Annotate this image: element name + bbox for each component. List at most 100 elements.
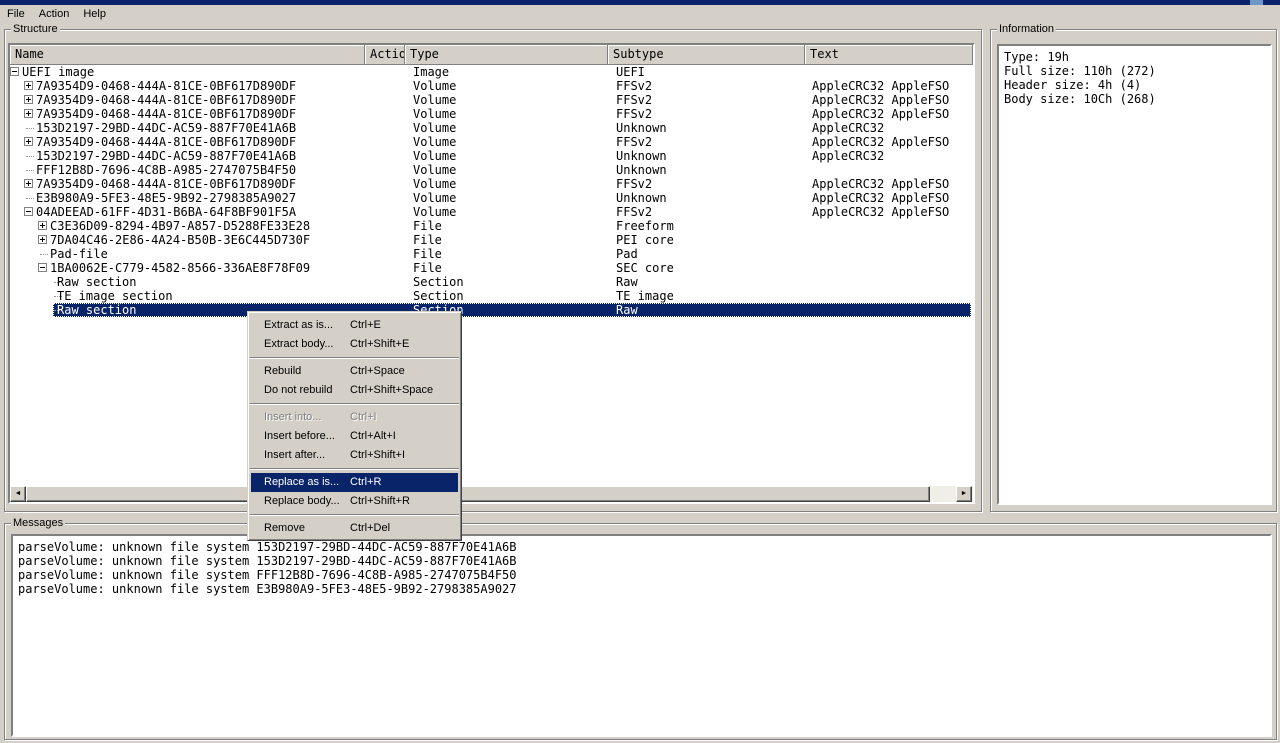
tree-cell-name: 04ADEEAD-61FF-4D31-B6BA-64F8BF901F5A: [36, 205, 297, 219]
menu-item-remove[interactable]: Remove Ctrl+Del: [248, 519, 461, 538]
tree-cell-name: 7A9354D9-0468-444A-81CE-0BF617D890DF: [36, 135, 297, 149]
tree-cell-subtype: FFSv2: [616, 79, 653, 93]
tree-cell-text: AppleCRC32: [812, 121, 885, 135]
menu-item-do-not-rebuild[interactable]: Do not rebuild Ctrl+Shift+Space: [248, 381, 461, 400]
tree-cell-name: 153D2197-29BD-44DC-AC59-887F70E41A6B: [36, 149, 297, 163]
tree-cell-name: C3E36D09-8294-4B97-A857-D5288FE33E28: [50, 219, 311, 233]
menu-item-replace-as-is[interactable]: Replace as is... Ctrl+R: [248, 473, 461, 492]
scrollbar-thumb[interactable]: [26, 486, 930, 502]
tree-connector: [26, 128, 34, 129]
column-header-name[interactable]: Name: [10, 45, 365, 65]
tree-cell-subtype: Unknown: [616, 149, 667, 163]
tree-row[interactable]: 7A9354D9-0468-444A-81CE-0BF617D890DF Volu…: [10, 107, 973, 121]
column-header-subtype[interactable]: Subtype: [608, 45, 805, 65]
tree-row[interactable]: 7DA04C46-2E86-4A24-B50B-3E6C445D730F File…: [10, 233, 973, 247]
messages-log[interactable]: parseVolume: unknown file system 153D219…: [11, 534, 1272, 737]
menubar-item-file[interactable]: File: [0, 6, 32, 21]
column-header-text[interactable]: Text: [805, 45, 973, 65]
uefitool-window: { "window": { "accent_color": "#0a246a",…: [0, 0, 1280, 743]
tree-connector: [26, 156, 34, 157]
menu-item-extract-body[interactable]: Extract body... Ctrl+Shift+E: [248, 335, 461, 354]
tree-cell-name: Raw section: [57, 303, 137, 317]
tree-row[interactable]: UEFI image Image UEFI: [10, 65, 973, 79]
tree-row[interactable]: 7A9354D9-0468-444A-81CE-0BF617D890DF Volu…: [10, 93, 973, 107]
tree-row[interactable]: Raw section Section Raw: [10, 275, 973, 289]
tree-cell-name: TE image section: [57, 289, 173, 303]
menu-item-label: Insert before...: [264, 430, 335, 442]
menu-item-shortcut: Ctrl+Shift+I: [350, 449, 406, 461]
column-header-actio[interactable]: Actio: [365, 45, 405, 65]
menu-bar: File Action Help: [0, 5, 1280, 21]
column-header-type[interactable]: Type: [405, 45, 608, 65]
tree-cell-text: AppleCRC32 AppleFSO: [812, 107, 950, 121]
menu-item-label: Replace as is...: [264, 476, 340, 488]
expand-icon[interactable]: [38, 221, 47, 230]
tree-cell-subtype: PEI core: [616, 233, 674, 247]
tree-cell-name: UEFI image: [22, 65, 95, 79]
expand-icon[interactable]: [24, 109, 33, 118]
menu-item-label: Rebuild: [264, 365, 302, 377]
tree-cell-name: 1BA0062E-C779-4582-8566-336AE8F78F09: [50, 261, 311, 275]
menu-item-shortcut: Ctrl+Alt+I: [350, 430, 396, 442]
expand-icon[interactable]: [24, 137, 33, 146]
collapse-icon[interactable]: [24, 207, 33, 216]
expand-icon[interactable]: [38, 235, 47, 244]
tree-cell-text: AppleCRC32 AppleFSO: [812, 177, 950, 191]
tree-row[interactable]: 1BA0062E-C779-4582-8566-336AE8F78F09 File…: [10, 261, 973, 275]
tree-cell-subtype: Raw: [616, 275, 638, 289]
tree-row[interactable]: E3B980A9-5FE3-48E5-9B92-2798385A9027 Volu…: [10, 191, 973, 205]
tree-cell-type: File: [413, 233, 442, 247]
tree-row[interactable]: 7A9354D9-0468-444A-81CE-0BF617D890DF Volu…: [10, 177, 973, 191]
collapse-icon[interactable]: [38, 263, 47, 272]
tree-row[interactable]: FFF12B8D-7696-4C8B-A985-2747075B4F50 Volu…: [10, 163, 973, 177]
collapse-icon[interactable]: [10, 67, 19, 76]
context-menu: Extract as is... Ctrl+E Extract body... Ctr…: [247, 311, 462, 541]
tree-row[interactable]: Raw section Section Raw: [10, 303, 973, 317]
tree-cell-name: E3B980A9-5FE3-48E5-9B92-2798385A9027: [36, 191, 297, 205]
tree-cell-type: Section: [413, 275, 464, 289]
tree-cell-type: Volume: [413, 163, 457, 177]
tree-cell-subtype: Raw: [616, 303, 638, 317]
menu-item-label: Insert after...: [264, 449, 326, 461]
tree-row[interactable]: 153D2197-29BD-44DC-AC59-887F70E41A6B Volu…: [10, 149, 973, 163]
horizontal-scrollbar[interactable]: ◄ ►: [10, 486, 973, 502]
menu-item-shortcut: Ctrl+Shift+E: [350, 338, 410, 350]
tree-row[interactable]: 7A9354D9-0468-444A-81CE-0BF617D890DF Volu…: [10, 135, 973, 149]
tree-row[interactable]: 7A9354D9-0468-444A-81CE-0BF617D890DF Volu…: [10, 79, 973, 93]
menu-item-insert-after[interactable]: Insert after... Ctrl+Shift+I: [248, 446, 461, 465]
tree-cell-subtype: FFSv2: [616, 135, 653, 149]
tree-connector: [26, 170, 34, 171]
tree-body[interactable]: UEFI image Image UEFI 7A9354D9-0468-444A-81…: [10, 65, 973, 486]
tree-cell-subtype: SEC core: [616, 261, 674, 275]
tree-row[interactable]: 153D2197-29BD-44DC-AC59-887F70E41A6B Volu…: [10, 121, 973, 135]
scroll-right-button[interactable]: ►: [956, 486, 972, 502]
tree-cell-type: Volume: [413, 107, 457, 121]
tree-row[interactable]: C3E36D09-8294-4B97-A857-D5288FE33E28 File…: [10, 219, 973, 233]
menu-item-replace-body[interactable]: Replace body... Ctrl+Shift+R: [248, 492, 461, 511]
tree-cell-subtype: Unknown: [616, 191, 667, 205]
tree-row[interactable]: 04ADEEAD-61FF-4D31-B6BA-64F8BF901F5A Volu…: [10, 205, 973, 219]
expand-icon[interactable]: [24, 179, 33, 188]
menu-item-extract-as-is[interactable]: Extract as is... Ctrl+E: [248, 316, 461, 335]
tree-cell-name: 7A9354D9-0468-444A-81CE-0BF617D890DF: [36, 177, 297, 191]
menu-item-shortcut: Ctrl+Shift+R: [350, 495, 410, 507]
menubar-item-help[interactable]: Help: [76, 6, 113, 21]
menu-item-label: Do not rebuild: [264, 384, 333, 396]
menu-item-insert-before[interactable]: Insert before... Ctrl+Alt+I: [248, 427, 461, 446]
scroll-left-button[interactable]: ◄: [10, 486, 26, 502]
menu-item-rebuild[interactable]: Rebuild Ctrl+Space: [248, 362, 461, 381]
menu-separator: [250, 403, 459, 405]
menubar-item-action[interactable]: Action: [32, 6, 77, 21]
tree-cell-subtype: FFSv2: [616, 205, 653, 219]
expand-icon[interactable]: [24, 81, 33, 90]
tree-row[interactable]: Pad-file File Pad: [10, 247, 973, 261]
structure-groupbox-label: Structure: [11, 23, 60, 36]
menu-separator: [250, 468, 459, 470]
menu-item-shortcut: Ctrl+E: [350, 319, 381, 331]
tree-cell-subtype: Unknown: [616, 163, 667, 177]
tree-row[interactable]: TE image section Section TE image: [10, 289, 973, 303]
information-groupbox: Information Type: 19h Full size: 110h (2…: [990, 23, 1277, 512]
structure-tree: Name Actio Type Subtype Text UEFI image Image…: [8, 43, 975, 504]
tree-cell-subtype: Freeform: [616, 219, 674, 233]
expand-icon[interactable]: [24, 95, 33, 104]
